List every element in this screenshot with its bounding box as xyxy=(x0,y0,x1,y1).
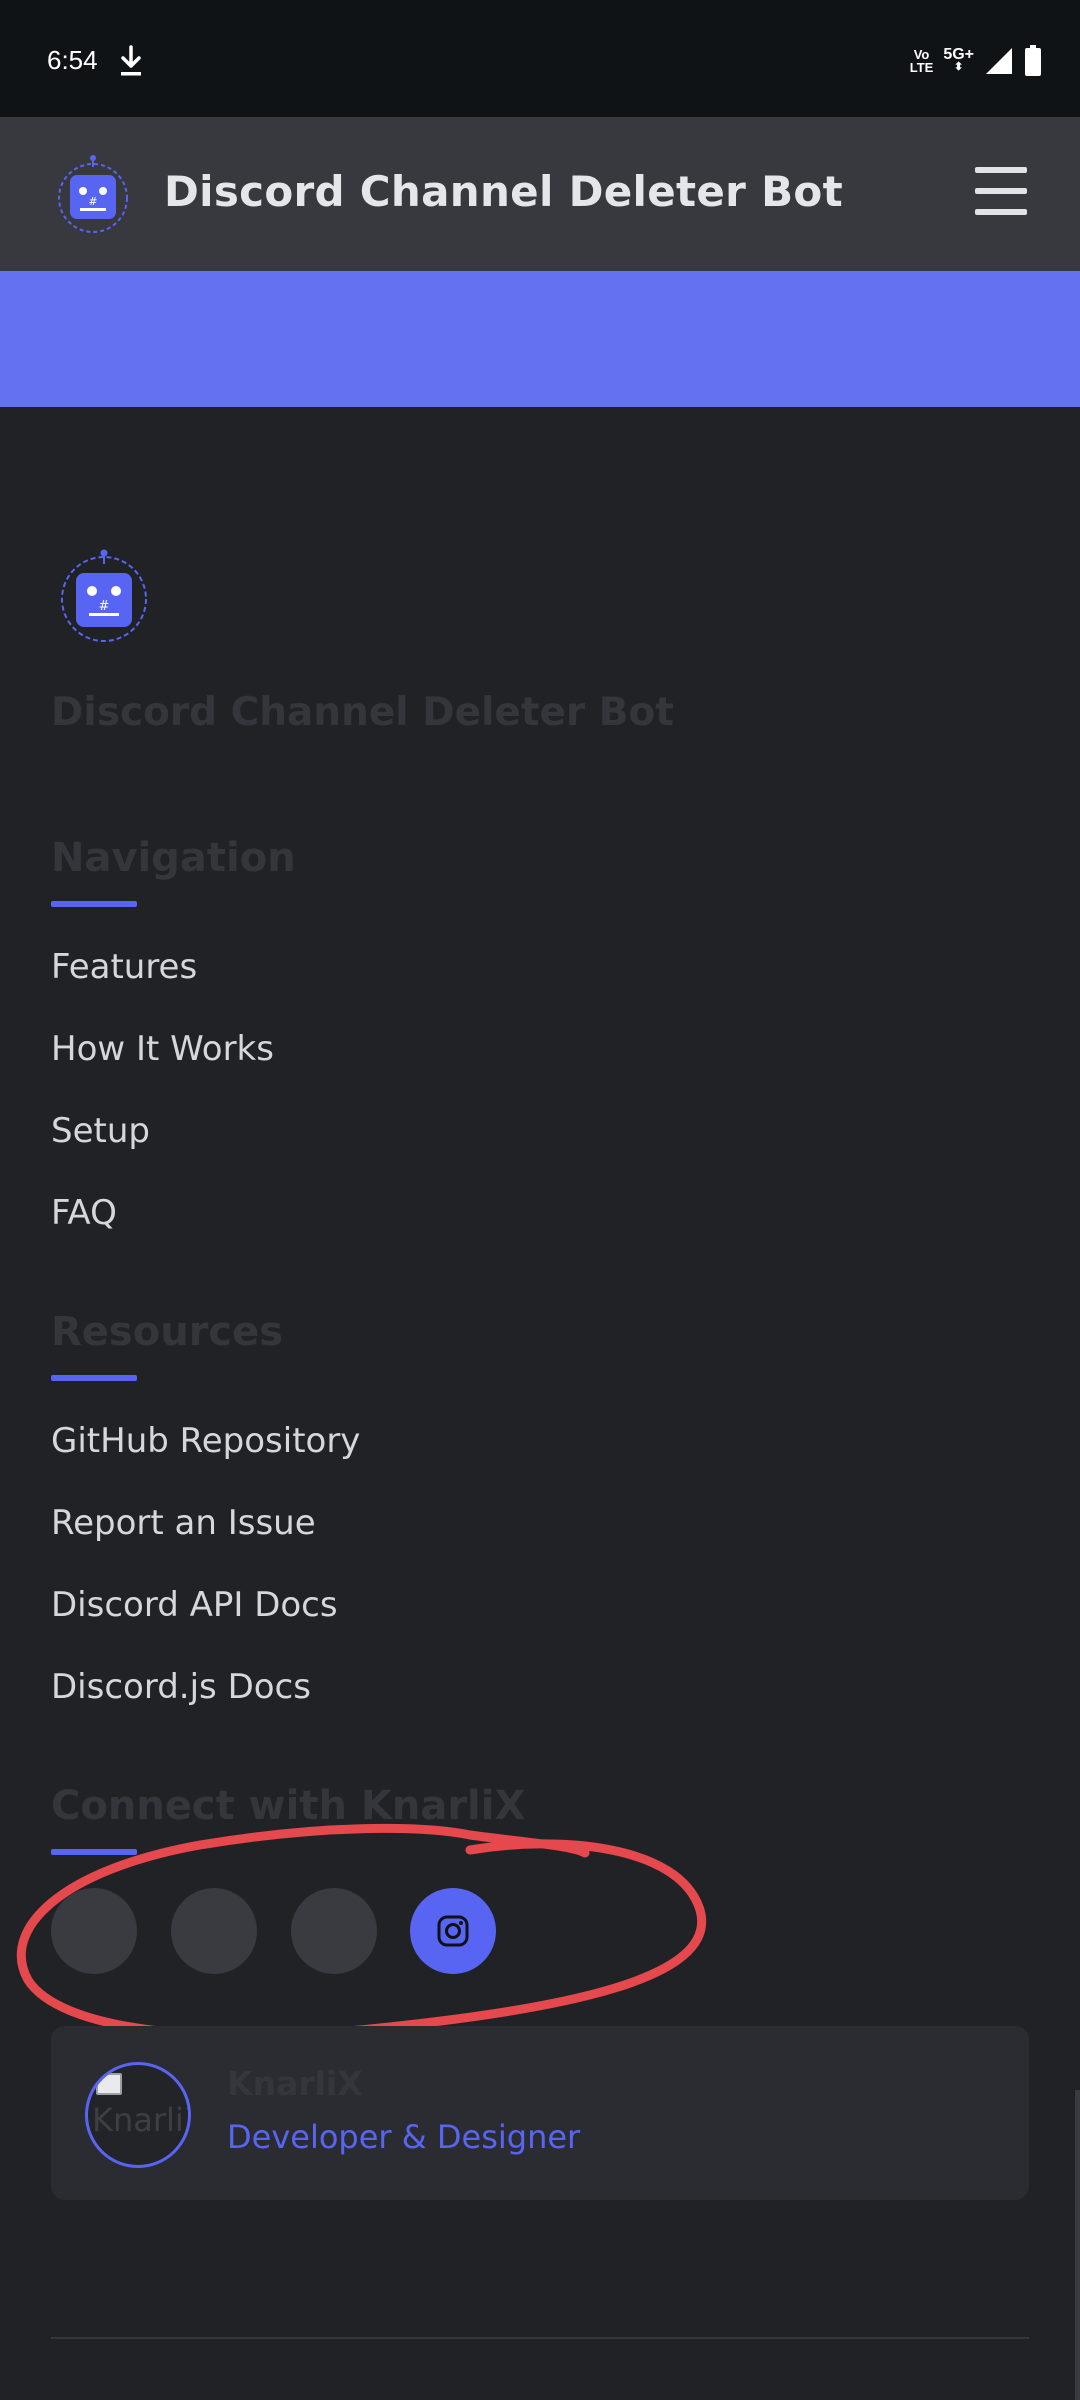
signal-icon xyxy=(986,48,1012,74)
scrollbar[interactable] xyxy=(1075,2090,1080,2400)
site-header: # Discord Channel Deleter Bot xyxy=(0,117,1080,271)
developer-card[interactable]: KnarliX KnarliX Developer & Designer xyxy=(51,2026,1029,2200)
heading-underline xyxy=(51,901,137,907)
robot-logo-icon: # xyxy=(61,549,147,642)
robot-logo-icon[interactable]: # xyxy=(56,154,130,234)
instagram-icon xyxy=(437,1915,469,1947)
page: 6:54 Vo LTE 5G+ ⬍ # Discord Channel Dele… xyxy=(0,0,1080,2400)
status-time: 6:54 xyxy=(47,45,98,75)
social-icon-1[interactable] xyxy=(51,1888,137,1974)
status-icons: Vo LTE 5G+ ⬍ xyxy=(910,44,1042,78)
5g-plus-icon: 5G+ ⬍ xyxy=(943,46,974,74)
footer-brand: Discord Channel Deleter Bot xyxy=(51,690,674,735)
social-icon-3[interactable] xyxy=(291,1888,377,1974)
svg-text:#: # xyxy=(88,195,97,208)
heading-underline xyxy=(51,1375,137,1381)
hamburger-menu-icon[interactable] xyxy=(971,167,1031,219)
resource-link-discordjs[interactable]: Discord.js Docs xyxy=(51,1667,311,1707)
battery-icon xyxy=(1025,45,1041,76)
nav-link-features[interactable]: Features xyxy=(51,947,197,987)
resource-link-report-issue[interactable]: Report an Issue xyxy=(51,1503,316,1543)
download-icon xyxy=(121,45,141,76)
nav-link-how-it-works[interactable]: How It Works xyxy=(51,1029,274,1069)
social-icon-2[interactable] xyxy=(171,1888,257,1974)
header-title[interactable]: Discord Channel Deleter Bot xyxy=(164,167,843,216)
svg-text:#: # xyxy=(99,599,110,614)
avatar-alt-text: KnarliX xyxy=(92,2101,188,2139)
nav-link-setup[interactable]: Setup xyxy=(51,1111,150,1151)
broken-image-icon xyxy=(96,2073,122,2095)
developer-name: KnarliX xyxy=(227,2064,363,2103)
status-bar: 6:54 Vo LTE 5G+ ⬍ xyxy=(0,0,1080,117)
connect-heading: Connect with KnarliX xyxy=(51,1783,526,1829)
resource-link-github[interactable]: GitHub Repository xyxy=(51,1421,360,1461)
navigation-heading: Navigation xyxy=(51,835,296,881)
divider xyxy=(51,2337,1029,2339)
nav-link-faq[interactable]: FAQ xyxy=(51,1193,117,1233)
resource-link-discord-api[interactable]: Discord API Docs xyxy=(51,1585,338,1625)
volte-icon: Vo LTE xyxy=(909,47,934,75)
avatar: KnarliX xyxy=(85,2062,191,2168)
hero-band xyxy=(0,271,1080,407)
developer-role: Developer & Designer xyxy=(227,2118,581,2156)
instagram-button[interactable] xyxy=(410,1888,496,1974)
heading-underline xyxy=(51,1849,137,1855)
resources-heading: Resources xyxy=(51,1309,284,1355)
